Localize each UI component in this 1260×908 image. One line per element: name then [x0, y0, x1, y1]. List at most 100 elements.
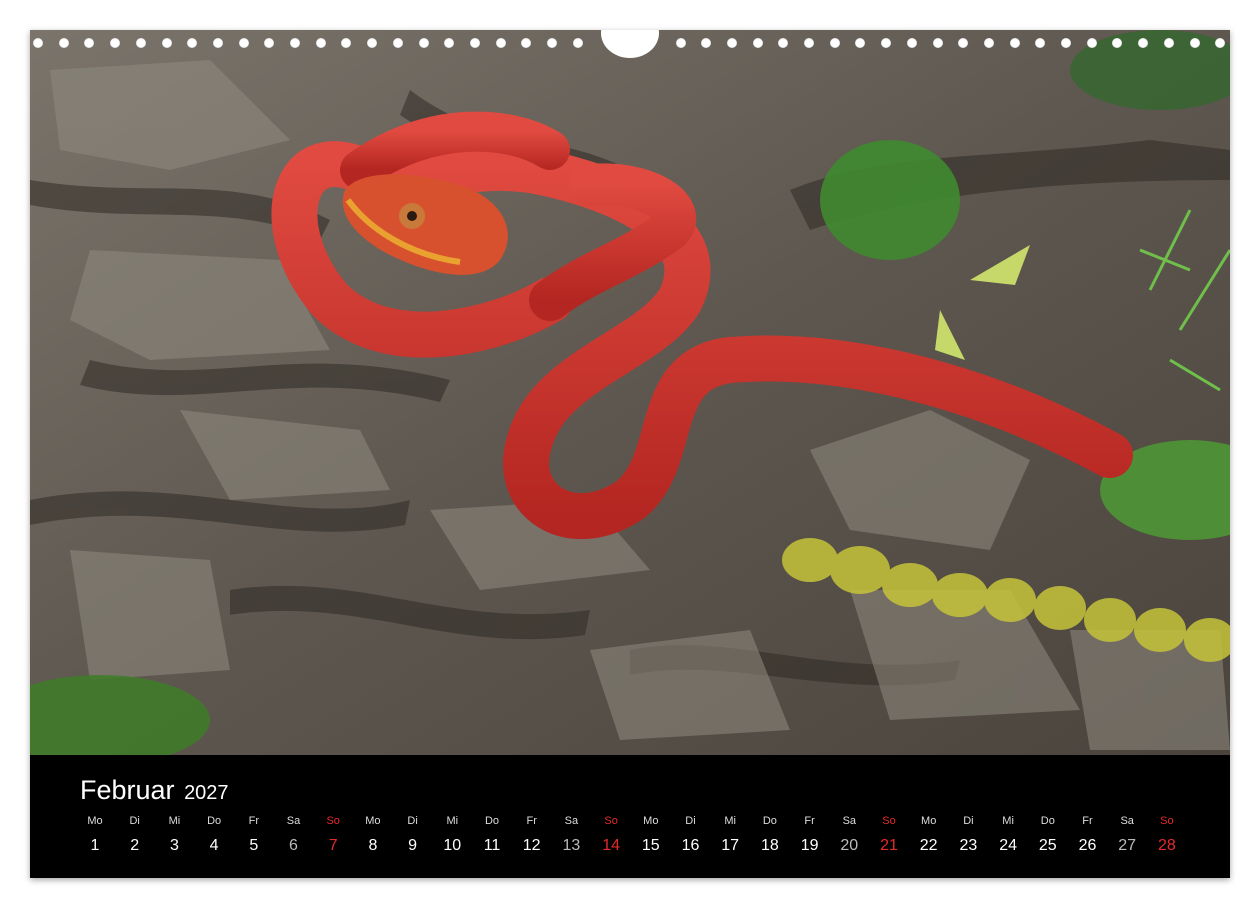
binding-hole — [804, 38, 814, 48]
day-number: 10 — [443, 837, 462, 854]
day-number: 15 — [641, 837, 660, 854]
weekday-label: Di — [407, 815, 418, 827]
binding-hole — [135, 38, 146, 48]
day-number: 4 — [209, 837, 219, 854]
day-cell: Sa 20 — [829, 815, 869, 855]
binding-hole — [264, 38, 275, 48]
weekday-label: Di — [685, 815, 696, 827]
day-number: 25 — [1038, 837, 1057, 854]
day-cell: Mo 8 — [353, 815, 393, 855]
day-cell: Do 18 — [750, 815, 790, 855]
month-name: Februar — [80, 775, 175, 805]
binding-hole — [418, 38, 429, 48]
binding-hole — [238, 38, 249, 48]
binding-hole — [341, 38, 352, 48]
day-number: 8 — [368, 837, 378, 854]
binding-hole — [212, 38, 223, 48]
binding-hole — [675, 38, 686, 48]
day-cell: Mo 1 — [75, 815, 115, 855]
day-number: 11 — [483, 837, 501, 854]
day-cell: Fr 12 — [512, 815, 552, 855]
binding-hole — [572, 38, 583, 48]
weekday-label: Fr — [526, 815, 537, 827]
binding-hole — [315, 38, 326, 48]
binding-hole — [469, 38, 480, 48]
day-cell: Mo 15 — [631, 815, 671, 855]
snake-on-bark-illustration — [30, 30, 1230, 755]
binding-hole — [58, 38, 69, 48]
day-cell: Do 25 — [1028, 815, 1068, 855]
day-number: 16 — [681, 837, 700, 854]
binding-hole — [495, 38, 506, 48]
day-grid: Mo 1 Di 2 Mi 3 Do 4 Fr 5 Sa 6 So 7 Mo 8 Di 9 Mi 10 Do 11 Fr 12 S… — [75, 815, 1185, 875]
binding-hole — [829, 38, 840, 48]
binding-hole — [726, 38, 737, 48]
day-number: 22 — [919, 837, 938, 854]
binding-hole — [392, 38, 403, 48]
binding-hole — [906, 38, 917, 48]
year-label: 2027 — [184, 782, 229, 804]
day-cell: Do 11 — [472, 815, 512, 855]
day-cell: Sa 27 — [1107, 815, 1147, 855]
day-cell: Mi 24 — [988, 815, 1028, 855]
day-number: 14 — [602, 837, 620, 854]
weekday-label: Mo — [87, 815, 103, 827]
day-number: 20 — [840, 837, 859, 854]
day-cell: So 21 — [869, 815, 909, 855]
weekday-label: Sa — [564, 815, 579, 827]
calendar-page: Februar 2027 Mo 1 Di 2 Mi 3 Do 4 Fr 5 Sa 6 So 7 Mo 8 Di 9… — [30, 30, 1230, 878]
weekday-label: Mi — [724, 815, 736, 827]
binding-hole — [778, 38, 789, 48]
calendar-strip: Februar 2027 Mo 1 Di 2 Mi 3 Do 4 Fr 5 Sa 6 So 7 Mo 8 Di 9… — [30, 755, 1230, 878]
day-number: 3 — [169, 837, 179, 854]
weekday-label: Fr — [1082, 815, 1093, 827]
day-number: 9 — [408, 837, 418, 854]
day-cell: Di 16 — [671, 815, 711, 855]
day-cell: Di 2 — [115, 815, 155, 855]
weekday-label: So — [326, 815, 340, 827]
day-number: 21 — [880, 837, 898, 854]
day-cell: Sa 13 — [551, 815, 591, 855]
day-number: 12 — [522, 837, 541, 854]
weekday-label: Do — [207, 815, 222, 827]
binding-hole — [84, 38, 95, 48]
day-number: 27 — [1118, 837, 1137, 854]
binding-hole — [701, 38, 712, 48]
day-cell: So 7 — [313, 815, 353, 855]
day-number: 26 — [1078, 837, 1097, 854]
weekday-label: Do — [1040, 815, 1055, 827]
binding-hole — [521, 38, 532, 48]
day-cell: Fr 5 — [234, 815, 274, 855]
day-number: 23 — [959, 837, 978, 854]
weekday-label: Do — [762, 815, 777, 827]
day-number: 6 — [289, 837, 298, 854]
day-number: 19 — [800, 837, 819, 854]
weekday-label: Di — [963, 815, 974, 827]
day-number: 7 — [328, 837, 338, 854]
binding-hole — [932, 38, 943, 48]
weekday-label: Do — [484, 815, 500, 827]
binding-hole — [367, 38, 378, 48]
day-number: 13 — [562, 837, 581, 854]
weekday-label: Sa — [842, 815, 857, 827]
binding-hole — [187, 38, 198, 48]
binding-hole — [1189, 38, 1200, 48]
binding-hole — [110, 38, 121, 48]
day-cell: Di 23 — [948, 815, 988, 855]
day-number: 1 — [90, 837, 100, 854]
binding-hole — [1035, 38, 1046, 48]
calendar-photo — [30, 30, 1230, 755]
day-cell: Di 9 — [393, 815, 433, 855]
month-title: Februar 2027 — [80, 775, 229, 806]
binding-hole — [1086, 38, 1097, 48]
binding-hole — [1112, 38, 1123, 48]
weekday-label: Mi — [168, 815, 181, 827]
day-cell: Sa 6 — [274, 815, 314, 855]
binding-hole — [752, 38, 763, 48]
binding-hole — [881, 38, 892, 48]
weekday-label: So — [1160, 815, 1174, 827]
day-number: 5 — [249, 837, 259, 854]
weekday-label: Sa — [286, 815, 301, 827]
binding-hole — [855, 38, 866, 48]
binding-hole — [547, 38, 557, 48]
